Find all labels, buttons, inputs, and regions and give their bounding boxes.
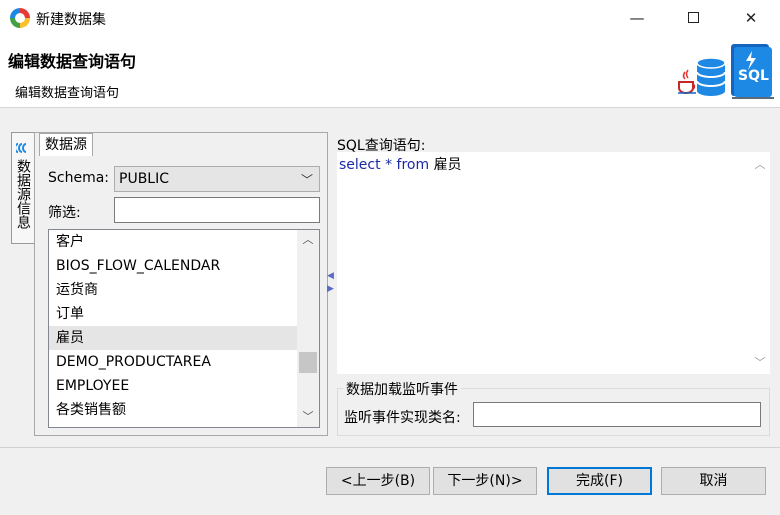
- listener-class-label: 监听事件实现类名:: [344, 410, 461, 426]
- app-logo-icon: [10, 8, 30, 28]
- scroll-up-icon[interactable]: ︿: [750, 156, 770, 172]
- chevron-down-icon: ﹀: [300, 173, 313, 187]
- schema-label: Schema:: [48, 170, 110, 186]
- minimize-button[interactable]: —: [614, 0, 660, 36]
- table-list[interactable]: 客户 BIOS_FLOW_CALENDAR 运货商 订单 雇员 DEMO_PRO…: [48, 229, 320, 428]
- list-item[interactable]: 运货商: [49, 278, 297, 302]
- maximize-button[interactable]: [670, 0, 716, 36]
- listener-class-input[interactable]: [473, 402, 761, 427]
- list-item[interactable]: EMPLOYEE: [49, 374, 297, 398]
- sql-keyword: select: [339, 157, 381, 173]
- title-bar: 新建数据集 — ✕: [0, 0, 780, 36]
- cancel-button[interactable]: 取消: [661, 467, 766, 495]
- wizard-header: 编辑数据查询语句 编辑数据查询语句 SQL: [0, 36, 780, 108]
- expand-right-icon[interactable]: ▶: [327, 283, 335, 296]
- previous-button[interactable]: <上一步(B): [326, 467, 430, 495]
- scroll-down-icon[interactable]: ﹀: [750, 354, 770, 370]
- sql-document-icon: SQL: [731, 44, 774, 99]
- close-button[interactable]: ✕: [728, 0, 774, 36]
- list-item[interactable]: 订单: [49, 302, 297, 326]
- filter-input[interactable]: [114, 197, 320, 223]
- sql-logo-text: SQL: [738, 68, 769, 84]
- scroll-down-icon[interactable]: ﹀: [297, 407, 319, 427]
- scrollbar-thumb[interactable]: [299, 352, 317, 373]
- footer-divider: [0, 447, 780, 448]
- datasource-info-tab[interactable]: 数据源信息: [11, 132, 34, 244]
- schema-dropdown[interactable]: PUBLIC ﹀: [114, 166, 320, 192]
- sql-query-text: select * from 雇员: [339, 154, 462, 174]
- page-subtitle: 编辑数据查询语句: [15, 86, 120, 101]
- table-list-scrollbar[interactable]: ︿ ﹀: [297, 230, 319, 427]
- list-item[interactable]: 各类销售额: [49, 398, 297, 422]
- list-item[interactable]: DEMO_PRODUCTAREA: [49, 350, 297, 374]
- page-title: 编辑数据查询语句: [8, 52, 137, 71]
- database-icon: [696, 57, 726, 96]
- datasource-info-tab-label: 数据源信息: [15, 159, 31, 229]
- list-item-selected[interactable]: 雇员: [49, 326, 297, 350]
- maximize-icon: [687, 11, 699, 23]
- finish-button[interactable]: 完成(F): [547, 467, 652, 495]
- window-title: 新建数据集: [36, 12, 106, 28]
- java-icon: [678, 69, 696, 94]
- listener-events-legend: 数据加载监听事件: [343, 379, 461, 399]
- scroll-up-icon[interactable]: ︿: [297, 230, 319, 250]
- sql-table-name: 雇员: [433, 157, 462, 173]
- panel-splitter[interactable]: ◀ ▶: [327, 270, 335, 300]
- sql-editor[interactable]: select * from 雇员 ︿ ﹀: [337, 152, 770, 374]
- list-item[interactable]: 客户: [49, 230, 297, 254]
- filter-label: 筛选:: [48, 205, 81, 221]
- schema-value: PUBLIC: [119, 171, 169, 187]
- sql-star: *: [385, 157, 393, 173]
- tab-datasource[interactable]: 数据源: [39, 133, 93, 156]
- sql-keyword: from: [396, 157, 430, 173]
- sql-logo-icon: SQL: [678, 44, 774, 99]
- list-item[interactable]: BIOS_FLOW_CALENDAR: [49, 254, 297, 278]
- collapse-left-icon[interactable]: ◀: [327, 270, 335, 283]
- next-button[interactable]: 下一步(N)>: [433, 467, 537, 495]
- datasource-icon: [16, 143, 27, 153]
